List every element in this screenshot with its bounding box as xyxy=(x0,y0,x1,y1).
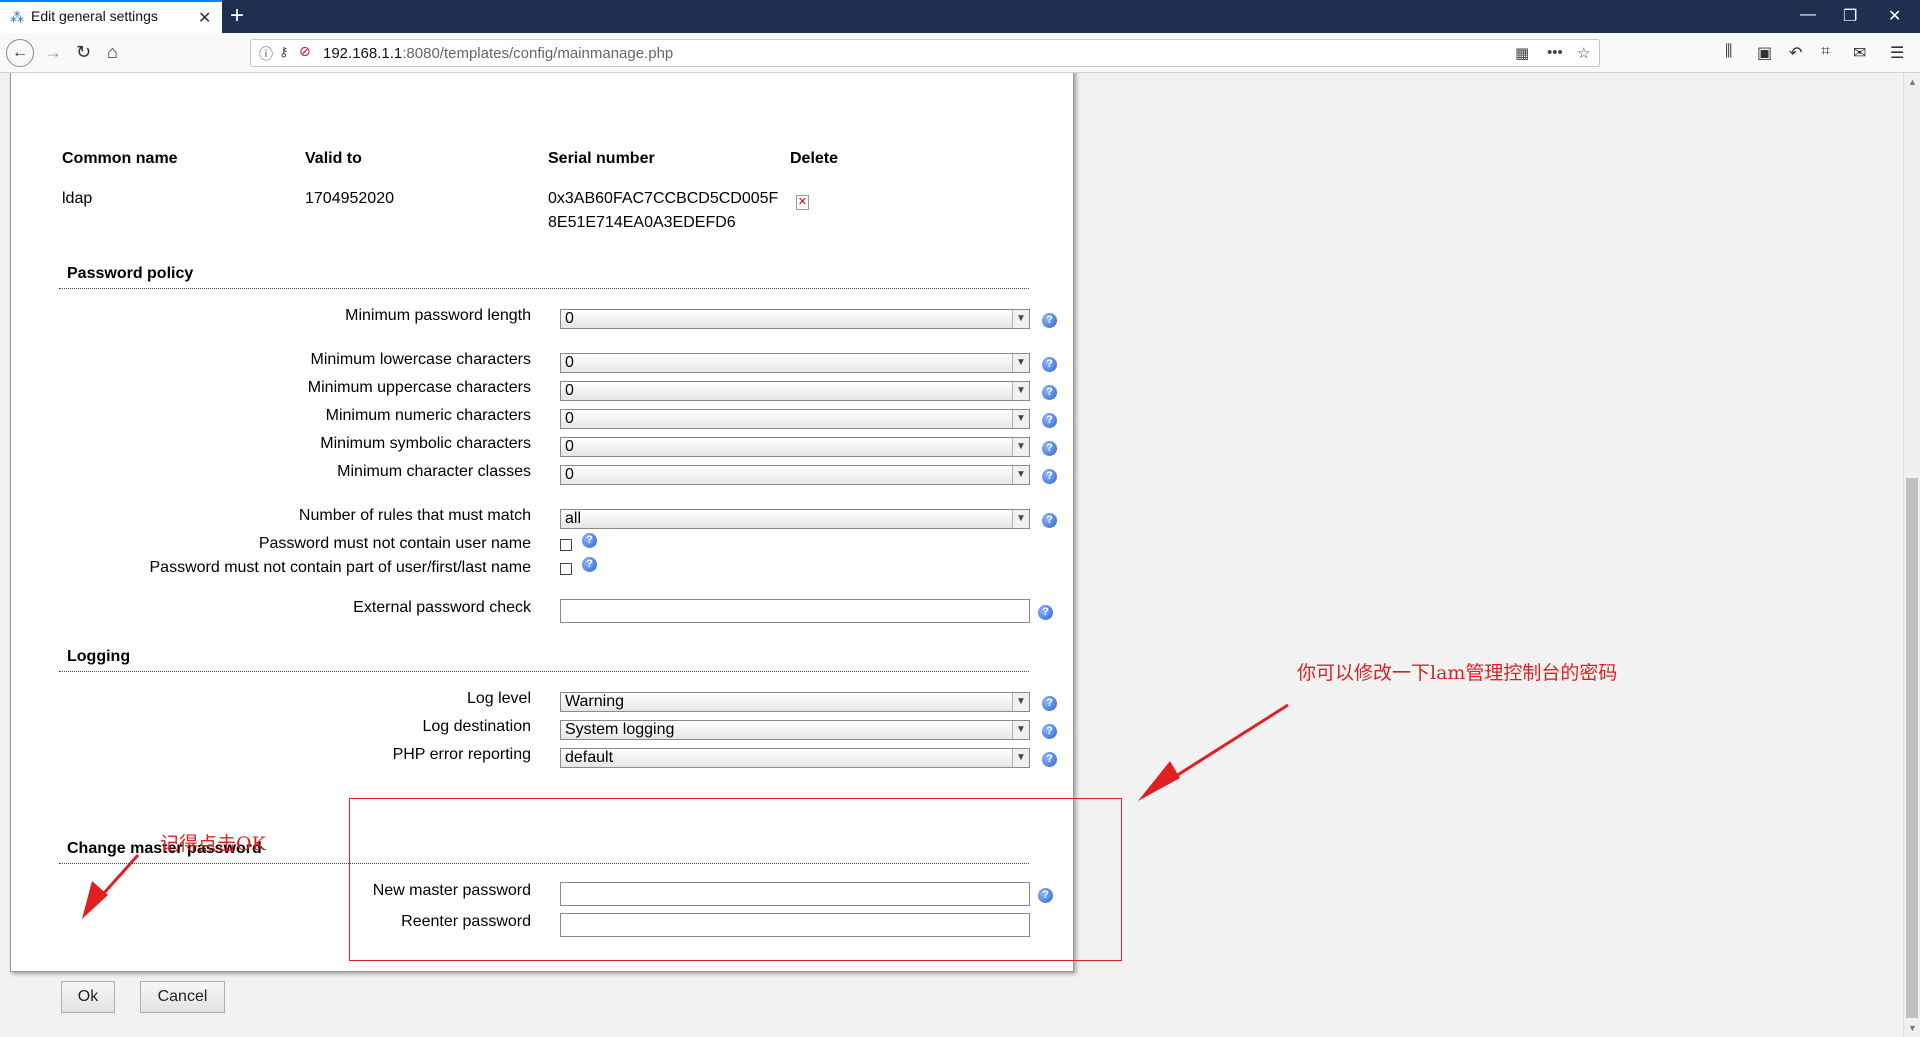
scroll-down-icon[interactable]: ▼ xyxy=(1908,1023,1917,1033)
home-icon[interactable]: ⌂ xyxy=(107,41,118,63)
arrow-to-ok-button xyxy=(82,854,140,919)
back-icon[interactable]: ← xyxy=(6,39,34,67)
url-text[interactable]: 192.168.1.1:8080/templates/config/mainma… xyxy=(323,45,673,62)
key-icon[interactable]: ⚷ xyxy=(279,44,289,60)
arrow-to-password-box xyxy=(1138,703,1289,801)
more-actions-icon[interactable]: ••• xyxy=(1547,44,1563,61)
qr-code-icon[interactable]: ▦ xyxy=(1515,44,1529,62)
chat-icon[interactable]: ✉ xyxy=(1853,43,1866,63)
close-window-icon[interactable]: ✕ xyxy=(1888,6,1901,26)
active-tab[interactable]: ⁂ Edit general settings ✕ xyxy=(0,0,222,33)
scroll-up-icon[interactable]: ▲ xyxy=(1908,77,1917,87)
reload-icon[interactable]: ↻ xyxy=(76,41,91,63)
sidebar-icon[interactable]: ▣ xyxy=(1757,43,1772,63)
tab-bar: ⁂ Edit general settings ✕ + — ❐ ✕ xyxy=(0,0,1920,33)
navigation-bar: ← → ↻ ⌂ ⓘ ⚷ ⊘ 192.168.1.1:8080/templates… xyxy=(0,33,1920,73)
crop-icon[interactable]: ⌗ xyxy=(1821,43,1830,61)
annotation-arrows xyxy=(82,703,1289,919)
bookmark-star-icon[interactable]: ☆ xyxy=(1577,44,1590,62)
page-viewport: Common name Valid to Serial number Delet… xyxy=(0,73,1903,1037)
page-icon: ⁂ xyxy=(10,9,24,25)
tab-close-icon[interactable]: ✕ xyxy=(198,8,211,28)
new-tab-button[interactable]: + xyxy=(230,2,244,30)
undo-icon[interactable]: ↶ xyxy=(1789,43,1802,63)
menu-icon[interactable]: ☰ xyxy=(1890,43,1904,63)
vertical-scrollbar[interactable]: ▲ ▼ xyxy=(1903,73,1920,1037)
restore-icon[interactable]: ❐ xyxy=(1843,6,1857,26)
insecure-lock-icon[interactable]: ⊘ xyxy=(299,43,311,60)
tab-title: Edit general settings xyxy=(31,8,158,24)
minimize-icon[interactable]: — xyxy=(1800,6,1816,24)
scrollbar-thumb[interactable] xyxy=(1906,478,1918,1018)
forward-icon[interactable]: → xyxy=(44,41,62,63)
info-icon[interactable]: ⓘ xyxy=(259,44,273,64)
url-bar[interactable]: ⓘ ⚷ ⊘ 192.168.1.1:8080/templates/config/… xyxy=(250,39,1600,67)
library-icon[interactable]: ⫼ xyxy=(1725,43,1732,61)
